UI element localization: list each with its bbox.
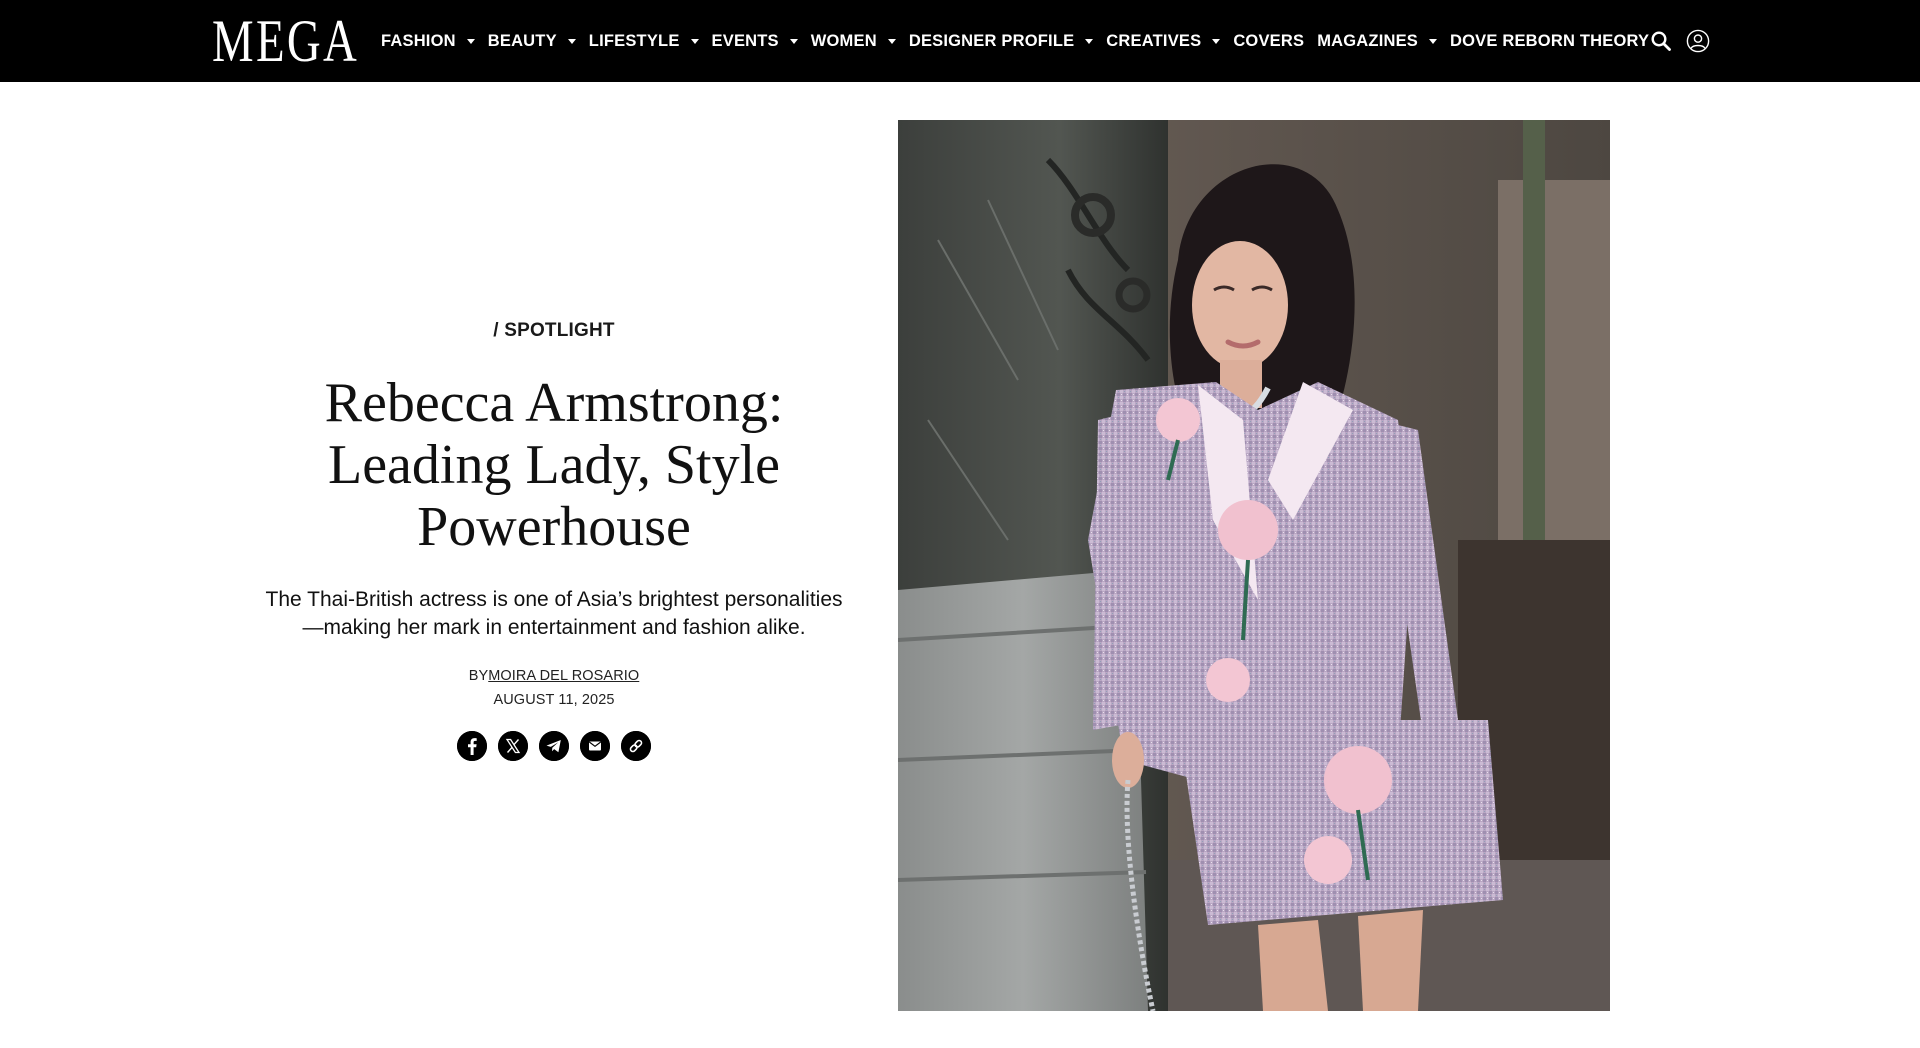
article-header: / SPOTLIGHT Rebecca Armstrong: Leading L… [250,320,858,761]
telegram-icon[interactable] [539,731,569,761]
byline-prefix: BY [468,668,489,684]
nav-item-fashion[interactable]: FASHION [381,32,475,51]
nav-label: LIFESTYLE [588,31,680,50]
article-title: Rebecca Armstrong: Leading Lady, Style P… [324,372,784,558]
author-link[interactable]: MOIRA DEL ROSARIO [488,668,639,684]
caret-down-icon [1429,39,1438,44]
article-category[interactable]: / SPOTLIGHT [250,320,858,342]
nav-label: EVENTS [711,31,779,50]
nav-item-women[interactable]: WOMEN [811,32,896,51]
nav-item-beauty[interactable]: BEAUTY [488,32,576,51]
nav-item-covers[interactable]: COVERS [1233,32,1304,51]
facebook-icon[interactable] [457,731,487,761]
article-hero-image [898,120,1610,1011]
nav-label: BEAUTY [487,31,557,50]
caret-down-icon [1085,39,1094,44]
caret-down-icon [789,39,798,44]
x-icon[interactable] [498,731,528,761]
caret-down-icon [466,39,475,44]
email-icon[interactable] [580,731,610,761]
nav-label: DESIGNER PROFILE [908,31,1075,50]
caret-down-icon [887,39,896,44]
nav-item-lifestyle[interactable]: LIFESTYLE [589,32,699,51]
nav-label: COVERS [1233,31,1305,50]
byline: BYMOIRA DEL ROSARIO [250,668,858,684]
site-logo[interactable]: MEGA [212,11,359,71]
publish-date: AUGUST 11, 2025 [493,692,615,708]
user-account-icon[interactable] [1686,29,1710,53]
nav-label: FASHION [381,31,456,50]
top-nav-bar: MEGA FASHION BEAUTY LIFESTYLE EVENTS WOM… [0,0,1920,82]
nav-label: CREATIVES [1106,31,1202,50]
share-buttons [250,731,858,761]
nav-label: DOVE REBORN THEORY [1450,31,1650,50]
nav-item-magazines[interactable]: MAGAZINES [1317,31,1438,51]
nav-item-designer-profile[interactable]: DESIGNER PROFILE [908,31,1094,51]
nav-item-events[interactable]: EVENTS [712,32,798,51]
main-nav: FASHION BEAUTY LIFESTYLE EVENTS WOMEN DE… [381,0,1662,82]
nav-label: WOMEN [810,31,877,50]
search-icon[interactable] [1650,30,1672,52]
link-icon[interactable] [621,731,651,761]
nav-label: MAGAZINES [1317,31,1419,50]
article-dek: The Thai-British actress is one of Asia’… [265,588,843,639]
nav-item-dove-reborn-theory[interactable]: DOVE REBORN THEORY [1450,32,1649,51]
caret-down-icon [567,39,576,44]
caret-down-icon [1212,39,1221,44]
nav-item-creatives[interactable]: CREATIVES [1106,31,1221,51]
caret-down-icon [690,39,699,44]
